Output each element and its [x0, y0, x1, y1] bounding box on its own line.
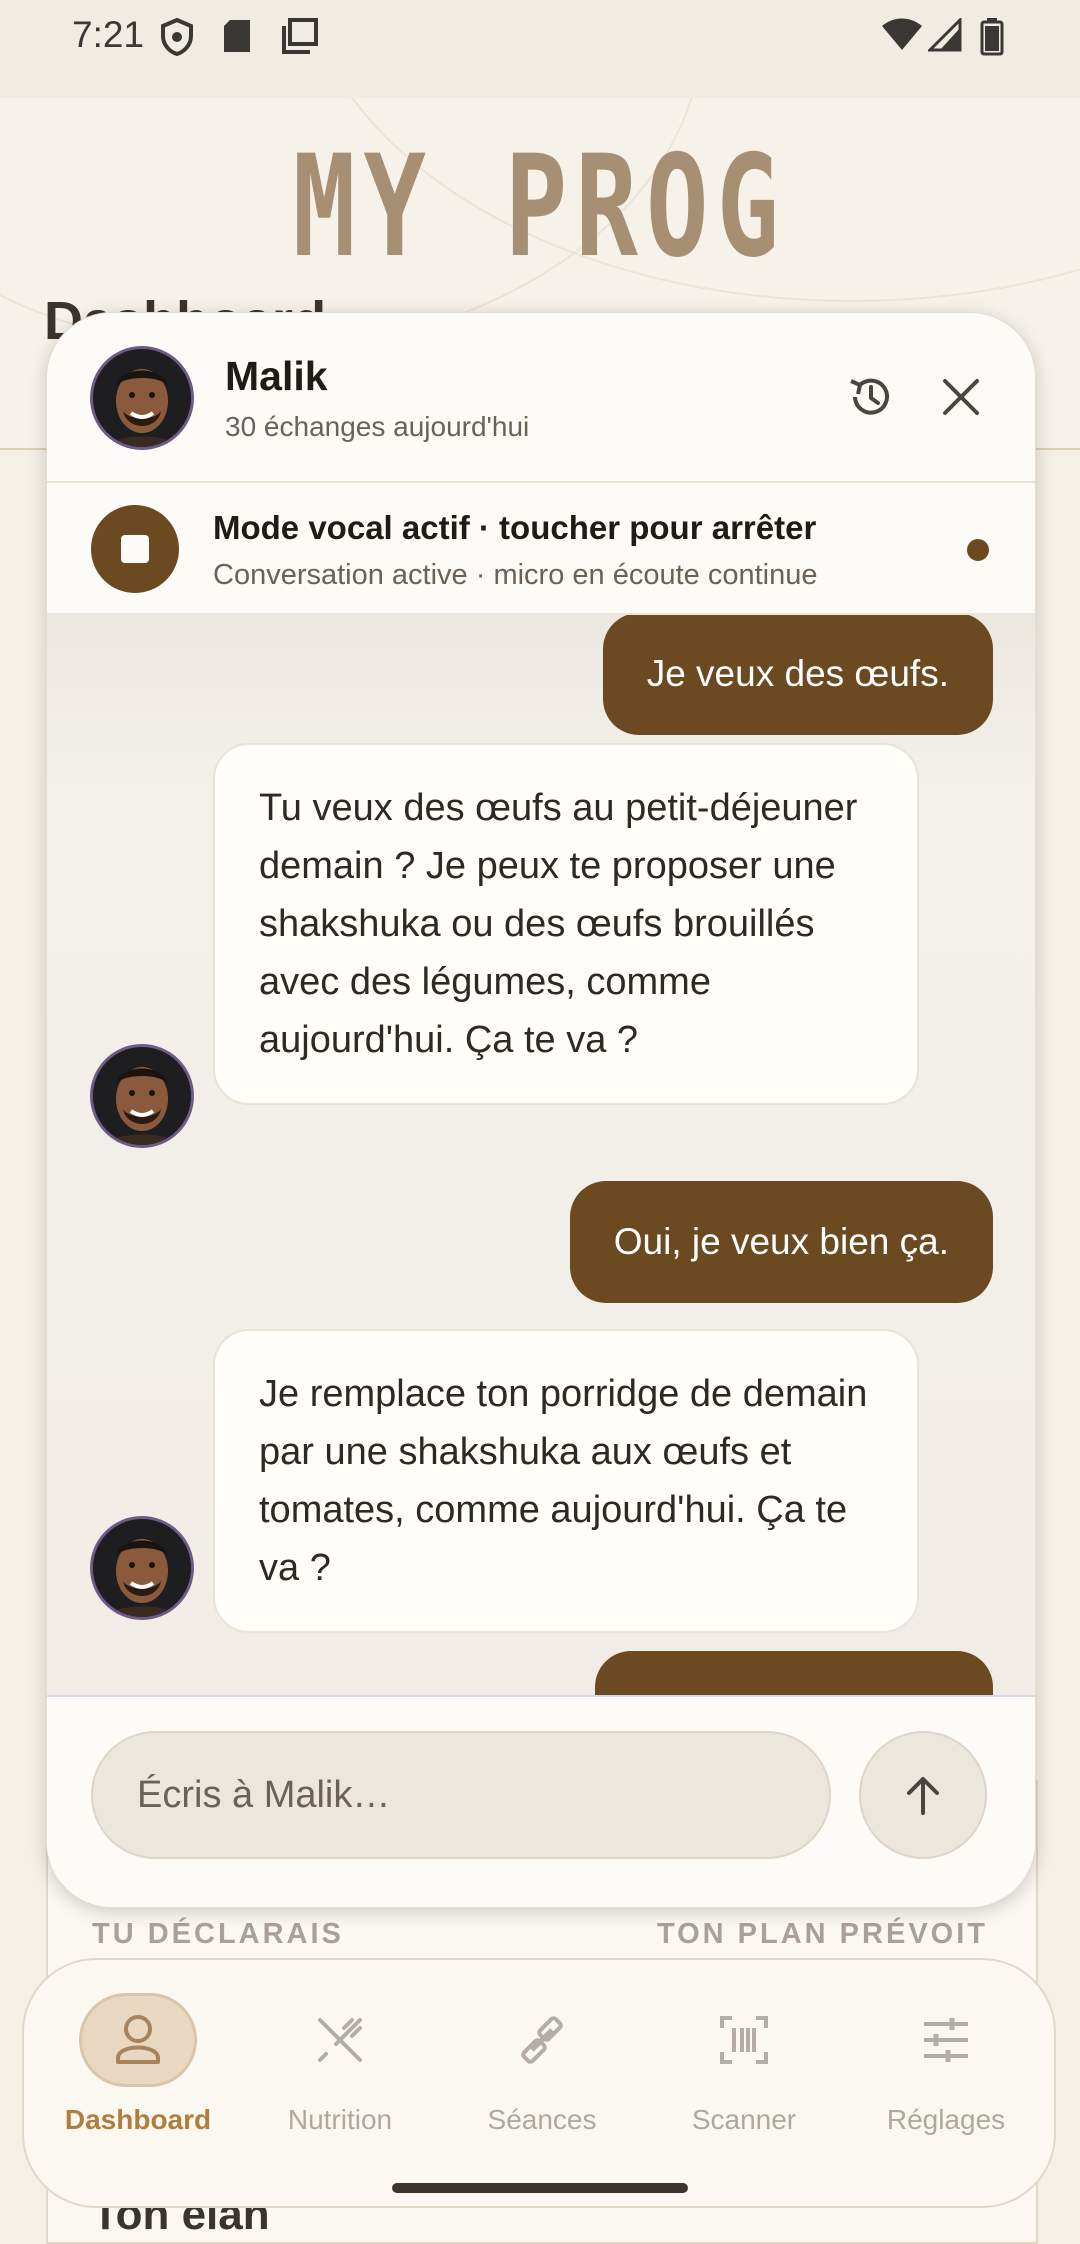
stop-icon [121, 535, 149, 563]
history-icon [850, 378, 889, 415]
message-input[interactable]: Écris à Malik… [91, 1731, 831, 1859]
wifi-icon [882, 18, 922, 50]
composer: Écris à Malik… [47, 1697, 1035, 1907]
coach-exchange-count: 30 échanges aujourd'hui [225, 411, 530, 442]
sd-card-icon [224, 20, 250, 52]
screen-icon [282, 18, 318, 54]
close-button[interactable] [925, 361, 997, 433]
nav-item-scanner[interactable]: Scanner [644, 1996, 844, 2136]
nav-item-seances[interactable]: Séances [442, 1996, 642, 2136]
voice-mode-banner[interactable]: Mode vocal actif · toucher pour arrêter … [47, 483, 1035, 615]
coach-chat-sheet: Malik 30 échanges aujourd'hui Mode vocal… [46, 312, 1036, 1908]
close-icon [943, 379, 979, 415]
nav-item-dashboard[interactable]: Dashboard [38, 1996, 238, 2136]
user-message [595, 1651, 993, 1695]
barcode-scan-icon [688, 1996, 800, 2084]
arrow-up-icon [907, 1777, 939, 1815]
sliders-icon [890, 1996, 1002, 2084]
coach-avatar [93, 1519, 191, 1617]
coach-avatar [93, 1047, 191, 1145]
status-time: 7:21 [72, 14, 145, 55]
stop-voice-button[interactable] [91, 505, 179, 593]
card-left-label: TU DÉCLARAIS [92, 1918, 344, 1950]
message-list[interactable]: Je veux des œufs. Tu veux des œufs au pe… [47, 615, 1035, 1697]
dumbbell-icon [486, 1996, 598, 2084]
nav-item-reglages[interactable]: Réglages [846, 1996, 1046, 2136]
voice-mode-subtitle: Conversation active · micro en écoute co… [213, 559, 818, 591]
user-message: Oui, je veux bien ça. [569, 1181, 993, 1303]
battery-icon [980, 18, 1004, 56]
chat-header: Malik 30 échanges aujourd'hui [47, 313, 1035, 483]
app-logo: MY PROG [292, 124, 788, 289]
status-bar: 7:21 [0, 0, 1080, 98]
signal-icon [928, 18, 962, 52]
shield-icon [161, 18, 193, 56]
home-indicator[interactable] [392, 2183, 688, 2193]
coach-name: Malik [225, 353, 328, 399]
nav-label: Nutrition [287, 2104, 393, 2135]
send-button[interactable] [859, 1731, 987, 1859]
nav-label: Scanner [691, 2104, 797, 2135]
card-right-label: TON PLAN PRÉVOIT [656, 1918, 988, 1950]
coach-portrait-icon [93, 1519, 191, 1617]
utensils-icon [284, 1996, 396, 2084]
coach-portrait-icon [93, 1047, 191, 1145]
nav-label: Dashboard [64, 2104, 212, 2135]
bottom-navigation: Dashboard Nutrition Séances Scanner Régl… [22, 1958, 1056, 2208]
voice-mode-title: Mode vocal actif · toucher pour arrêter [213, 509, 817, 546]
person-icon [82, 1996, 194, 2084]
listening-indicator [967, 539, 989, 561]
coach-portrait-icon [93, 349, 191, 447]
nav-item-nutrition[interactable]: Nutrition [240, 1996, 440, 2136]
nav-label: Séances [487, 2104, 597, 2135]
history-button[interactable] [835, 361, 907, 433]
coach-message: Je remplace ton porridge de demain par u… [213, 1329, 919, 1633]
coach-message: Tu veux des œufs au petit-déjeuner demai… [213, 743, 919, 1105]
nav-label: Réglages [886, 2104, 1006, 2135]
coach-avatar [93, 349, 191, 447]
user-message: Je veux des œufs. [602, 615, 993, 735]
